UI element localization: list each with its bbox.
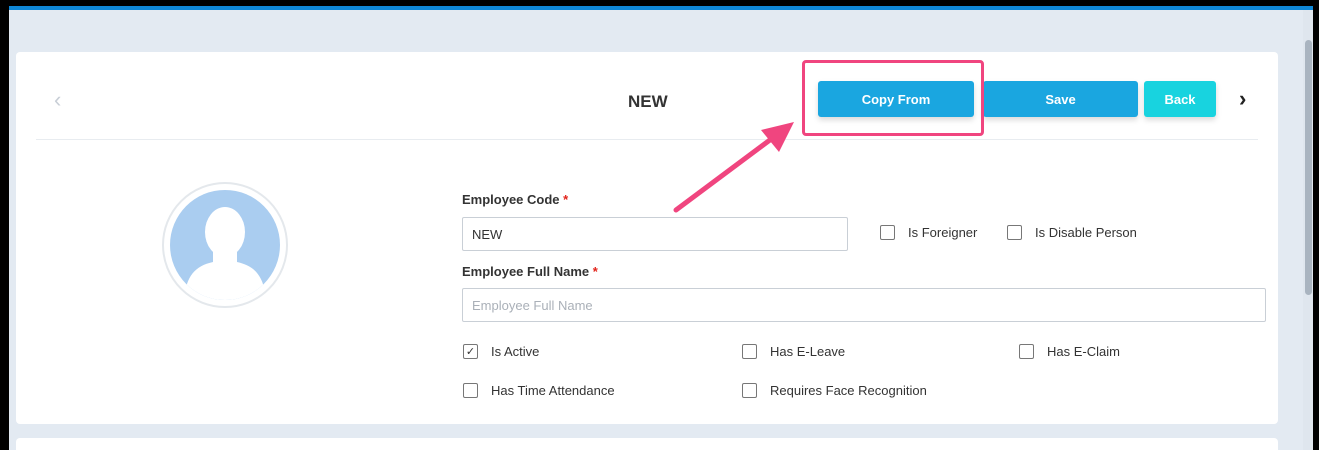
back-button[interactable]: Back [1144,81,1216,117]
requires-face-recognition-label: Requires Face Recognition [770,383,927,398]
has-time-attendance-label: Has Time Attendance [491,383,615,398]
top-accent-bar [9,6,1313,10]
employee-code-input[interactable] [462,217,848,251]
is-active-checkbox[interactable]: ✓ Is Active [463,344,539,359]
employee-full-name-label-text: Employee Full Name [462,264,590,279]
checkbox-box[interactable] [1019,344,1034,359]
required-marker: * [592,264,598,279]
checkbox-box[interactable] [742,383,757,398]
app-window: ‹ NEW Copy From Save Back › Employee Cod… [9,6,1313,450]
secondary-card [16,438,1278,450]
save-button[interactable]: Save [983,81,1138,117]
scrollbar-thumb[interactable] [1305,40,1312,295]
is-foreigner-label: Is Foreigner [908,225,978,240]
has-e-leave-checkbox[interactable]: Has E-Leave [742,344,845,359]
is-disable-person-label: Is Disable Person [1035,225,1137,240]
employee-code-label: Employee Code * [462,192,568,207]
vertical-scrollbar[interactable] [1303,10,1313,450]
has-e-leave-label: Has E-Leave [770,344,846,359]
person-silhouette-icon [170,190,280,300]
checkbox-box[interactable] [742,344,757,359]
copy-from-highlight-box [802,60,984,136]
employee-full-name-input[interactable] [462,288,1266,322]
header-divider [36,139,1258,140]
employee-form-card: ‹ NEW Copy From Save Back › Employee Cod… [16,52,1278,424]
checkbox-box[interactable] [1007,225,1022,240]
is-foreigner-checkbox[interactable]: Is Foreigner [880,225,977,240]
has-time-attendance-checkbox[interactable]: Has Time Attendance [463,383,615,398]
checkmark-icon[interactable]: ✓ [463,344,478,359]
chevron-right-icon[interactable]: › [1239,85,1246,113]
is-active-label: Is Active [491,344,540,359]
chevron-left-icon[interactable]: ‹ [54,86,61,114]
is-disable-person-checkbox[interactable]: Is Disable Person [1007,225,1137,240]
employee-code-label-text: Employee Code [462,192,560,207]
has-e-claim-checkbox[interactable]: Has E-Claim [1019,344,1120,359]
has-e-claim-label: Has E-Claim [1047,344,1120,359]
avatar[interactable] [162,182,288,308]
page-title: NEW [628,92,668,111]
requires-face-recognition-checkbox[interactable]: Requires Face Recognition [742,383,927,398]
checkbox-box[interactable] [463,383,478,398]
checkbox-box[interactable] [880,225,895,240]
employee-full-name-label: Employee Full Name * [462,264,598,279]
annotation-arrow-icon [673,122,794,213]
required-marker: * [563,192,569,207]
